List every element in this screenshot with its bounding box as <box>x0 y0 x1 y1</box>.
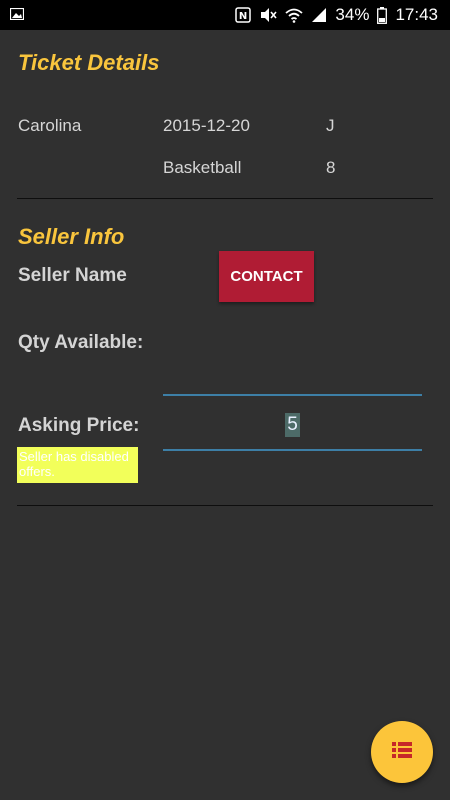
event-date: 2015-12-20 <box>163 116 250 135</box>
svg-text:N: N <box>239 11 247 22</box>
battery-icon <box>377 6 388 24</box>
mute-icon <box>259 7 278 23</box>
divider <box>17 505 433 506</box>
contact-button[interactable]: CONTACT <box>219 251 314 302</box>
gallery-notification-icon <box>9 5 25 25</box>
qty-available-label: Qty Available: <box>18 332 144 353</box>
clock: 17:43 <box>395 5 438 24</box>
signal-icon <box>311 7 327 23</box>
seller-name-label: Seller Name <box>18 265 127 286</box>
team-name: Carolina <box>18 116 82 135</box>
ticket-details-title: Ticket Details <box>18 50 160 75</box>
status-bar: N 34% 17:43 <box>0 0 450 30</box>
qty-available-value <box>163 360 422 392</box>
battery-percent: 34% <box>335 5 370 24</box>
section-value: J <box>326 116 335 135</box>
sport-name: Basketball <box>163 158 242 177</box>
qty-input-underline <box>163 394 422 396</box>
list-icon <box>392 741 412 763</box>
nfc-icon: N <box>235 7 252 23</box>
list-fab-button[interactable] <box>371 721 433 783</box>
offers-disabled-note: Seller has disabled offers. <box>17 447 138 483</box>
asking-price-input[interactable]: 5 <box>163 405 422 445</box>
row-value: 8 <box>326 158 336 177</box>
asking-price-label: Asking Price: <box>18 415 140 436</box>
price-input-underline <box>163 449 422 451</box>
divider <box>17 198 433 199</box>
asking-price-value: 5 <box>285 413 300 437</box>
wifi-icon <box>285 7 304 23</box>
seller-info-title: Seller Info <box>18 224 125 249</box>
